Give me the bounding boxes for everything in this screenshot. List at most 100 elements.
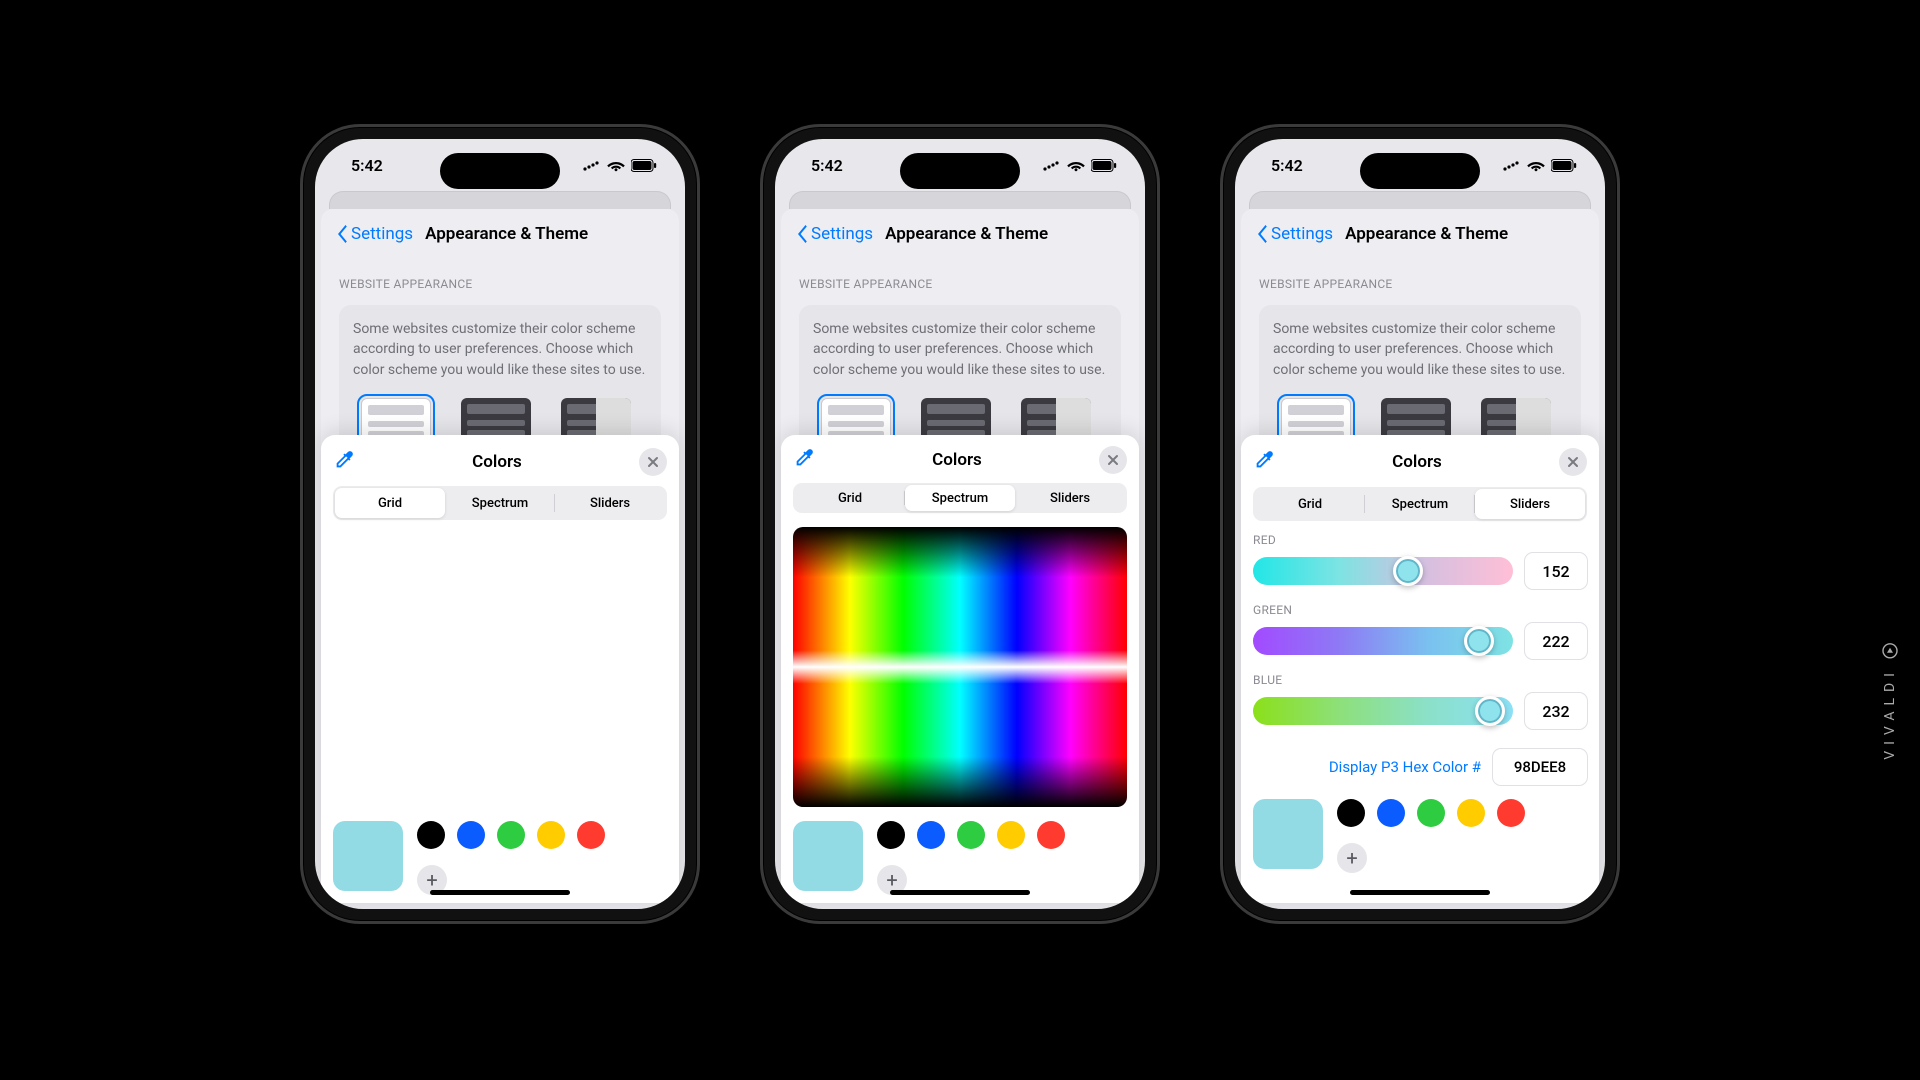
preset-swatch[interactable] (1417, 799, 1445, 827)
selected-swatch (333, 821, 403, 891)
section-header: WEBSITE APPEARANCE (339, 277, 661, 291)
preset-swatch[interactable] (997, 821, 1025, 849)
sheet-title: Colors (1392, 452, 1442, 472)
tab-spectrum[interactable]: Spectrum (1365, 489, 1475, 519)
tab-spectrum[interactable]: Spectrum (445, 488, 555, 517)
slider-red: RED 152 (1253, 533, 1587, 589)
battery-icon (1551, 159, 1577, 172)
clock: 5:42 (1271, 156, 1303, 175)
home-indicator[interactable] (430, 890, 570, 895)
wifi-icon (607, 159, 625, 172)
section-blurb: Some websites customize their color sche… (353, 319, 647, 380)
preset-swatch[interactable] (457, 821, 485, 849)
back-button[interactable]: Settings (1255, 224, 1333, 244)
status-icons (1503, 159, 1577, 172)
nav-title: Appearance & Theme (425, 224, 588, 244)
sheet-title: Colors (472, 452, 522, 472)
close-button[interactable] (639, 448, 667, 476)
dynamic-island (1360, 153, 1480, 189)
chevron-left-icon (335, 224, 349, 244)
nav-bar: Settings Appearance & Theme (321, 209, 679, 259)
mode-segmented[interactable]: Grid Spectrum Sliders (1253, 487, 1587, 521)
tab-sliders[interactable]: Sliders (1475, 489, 1585, 519)
section-blurb: Some websites customize their color sche… (1273, 319, 1567, 380)
color-grid[interactable] (333, 534, 667, 807)
eyedropper-icon (1253, 449, 1275, 471)
back-button[interactable]: Settings (335, 224, 413, 244)
preset-swatch[interactable] (1377, 799, 1405, 827)
battery-icon (1091, 159, 1117, 172)
back-label: Settings (811, 224, 873, 244)
back-button[interactable]: Settings (795, 224, 873, 244)
back-label: Settings (351, 224, 413, 244)
selected-swatch (1253, 799, 1323, 869)
phone-spectrum: 5:42 Settings Appearance & Theme WEBSITE… (760, 124, 1160, 924)
close-button[interactable] (1559, 448, 1587, 476)
nav-bar: Settings Appearance & Theme (781, 209, 1139, 259)
color-spectrum[interactable] (793, 527, 1127, 807)
slider-green-label: GREEN (1253, 603, 1587, 617)
wifi-icon (1527, 159, 1545, 172)
preset-swatch[interactable] (877, 821, 905, 849)
slider-green-track[interactable] (1253, 627, 1513, 655)
hex-format-button[interactable]: Display P3 Hex Color # (1329, 758, 1481, 776)
tab-sliders[interactable]: Sliders (555, 488, 665, 517)
status-icons (583, 159, 657, 172)
tab-grid[interactable]: Grid (1255, 489, 1365, 519)
preset-swatch[interactable] (577, 821, 605, 849)
dynamic-island (440, 153, 560, 189)
slider-blue-value[interactable]: 232 (1525, 693, 1587, 729)
brand-watermark: VIVALDI (1882, 643, 1898, 760)
slider-blue-track[interactable] (1253, 697, 1513, 725)
slider-green-value[interactable]: 222 (1525, 623, 1587, 659)
tab-grid[interactable]: Grid (795, 485, 905, 511)
preset-swatch[interactable] (537, 821, 565, 849)
back-label: Settings (1271, 224, 1333, 244)
eyedropper-button[interactable] (333, 449, 355, 475)
eyedropper-button[interactable] (793, 447, 815, 473)
tab-spectrum[interactable]: Spectrum (905, 485, 1015, 511)
preset-swatch[interactable] (1337, 799, 1365, 827)
clock: 5:42 (351, 156, 383, 175)
color-sheet: Colors Grid Spectrum Sliders + (321, 435, 679, 903)
preset-swatch[interactable] (1037, 821, 1065, 849)
tab-sliders[interactable]: Sliders (1015, 485, 1125, 511)
chevron-left-icon (795, 224, 809, 244)
nav-title: Appearance & Theme (1345, 224, 1508, 244)
close-button[interactable] (1099, 446, 1127, 474)
slider-red-label: RED (1253, 533, 1587, 547)
tab-grid[interactable]: Grid (335, 488, 445, 517)
preset-swatch[interactable] (1497, 799, 1525, 827)
nav-title: Appearance & Theme (885, 224, 1048, 244)
preset-swatch[interactable] (917, 821, 945, 849)
chevron-left-icon (1255, 224, 1269, 244)
slider-green: GREEN 222 (1253, 603, 1587, 659)
nav-bar: Settings Appearance & Theme (1241, 209, 1599, 259)
eyedropper-icon (793, 447, 815, 469)
home-indicator[interactable] (890, 890, 1030, 895)
eyedropper-icon (333, 449, 355, 471)
mode-segmented[interactable]: Grid Spectrum Sliders (333, 486, 667, 519)
preset-swatch[interactable] (497, 821, 525, 849)
eyedropper-button[interactable] (1253, 449, 1275, 475)
close-icon (1107, 454, 1119, 466)
slider-red-track[interactable] (1253, 557, 1513, 585)
clock: 5:42 (811, 156, 843, 175)
status-icons (1043, 159, 1117, 172)
section-header: WEBSITE APPEARANCE (1259, 277, 1581, 291)
color-sheet: Colors Grid Spectrum Sliders RED (1241, 435, 1599, 903)
preset-swatch[interactable] (417, 821, 445, 849)
add-swatch-button[interactable]: + (1337, 843, 1367, 873)
phone-grid: 5:42 Settings Appearance & Theme WEBSITE… (300, 124, 700, 924)
dynamic-island (900, 153, 1020, 189)
home-indicator[interactable] (1350, 890, 1490, 895)
preset-swatch[interactable] (957, 821, 985, 849)
slider-red-value[interactable]: 152 (1525, 553, 1587, 589)
slider-blue-label: BLUE (1253, 673, 1587, 687)
section-blurb: Some websites customize their color sche… (813, 319, 1107, 380)
mode-segmented[interactable]: Grid Spectrum Sliders (793, 483, 1127, 513)
sheet-title: Colors (932, 450, 982, 470)
phone-sliders: 5:42 Settings Appearance & Theme WEBSITE… (1220, 124, 1620, 924)
preset-swatch[interactable] (1457, 799, 1485, 827)
hex-value[interactable]: 98DEE8 (1493, 749, 1587, 785)
